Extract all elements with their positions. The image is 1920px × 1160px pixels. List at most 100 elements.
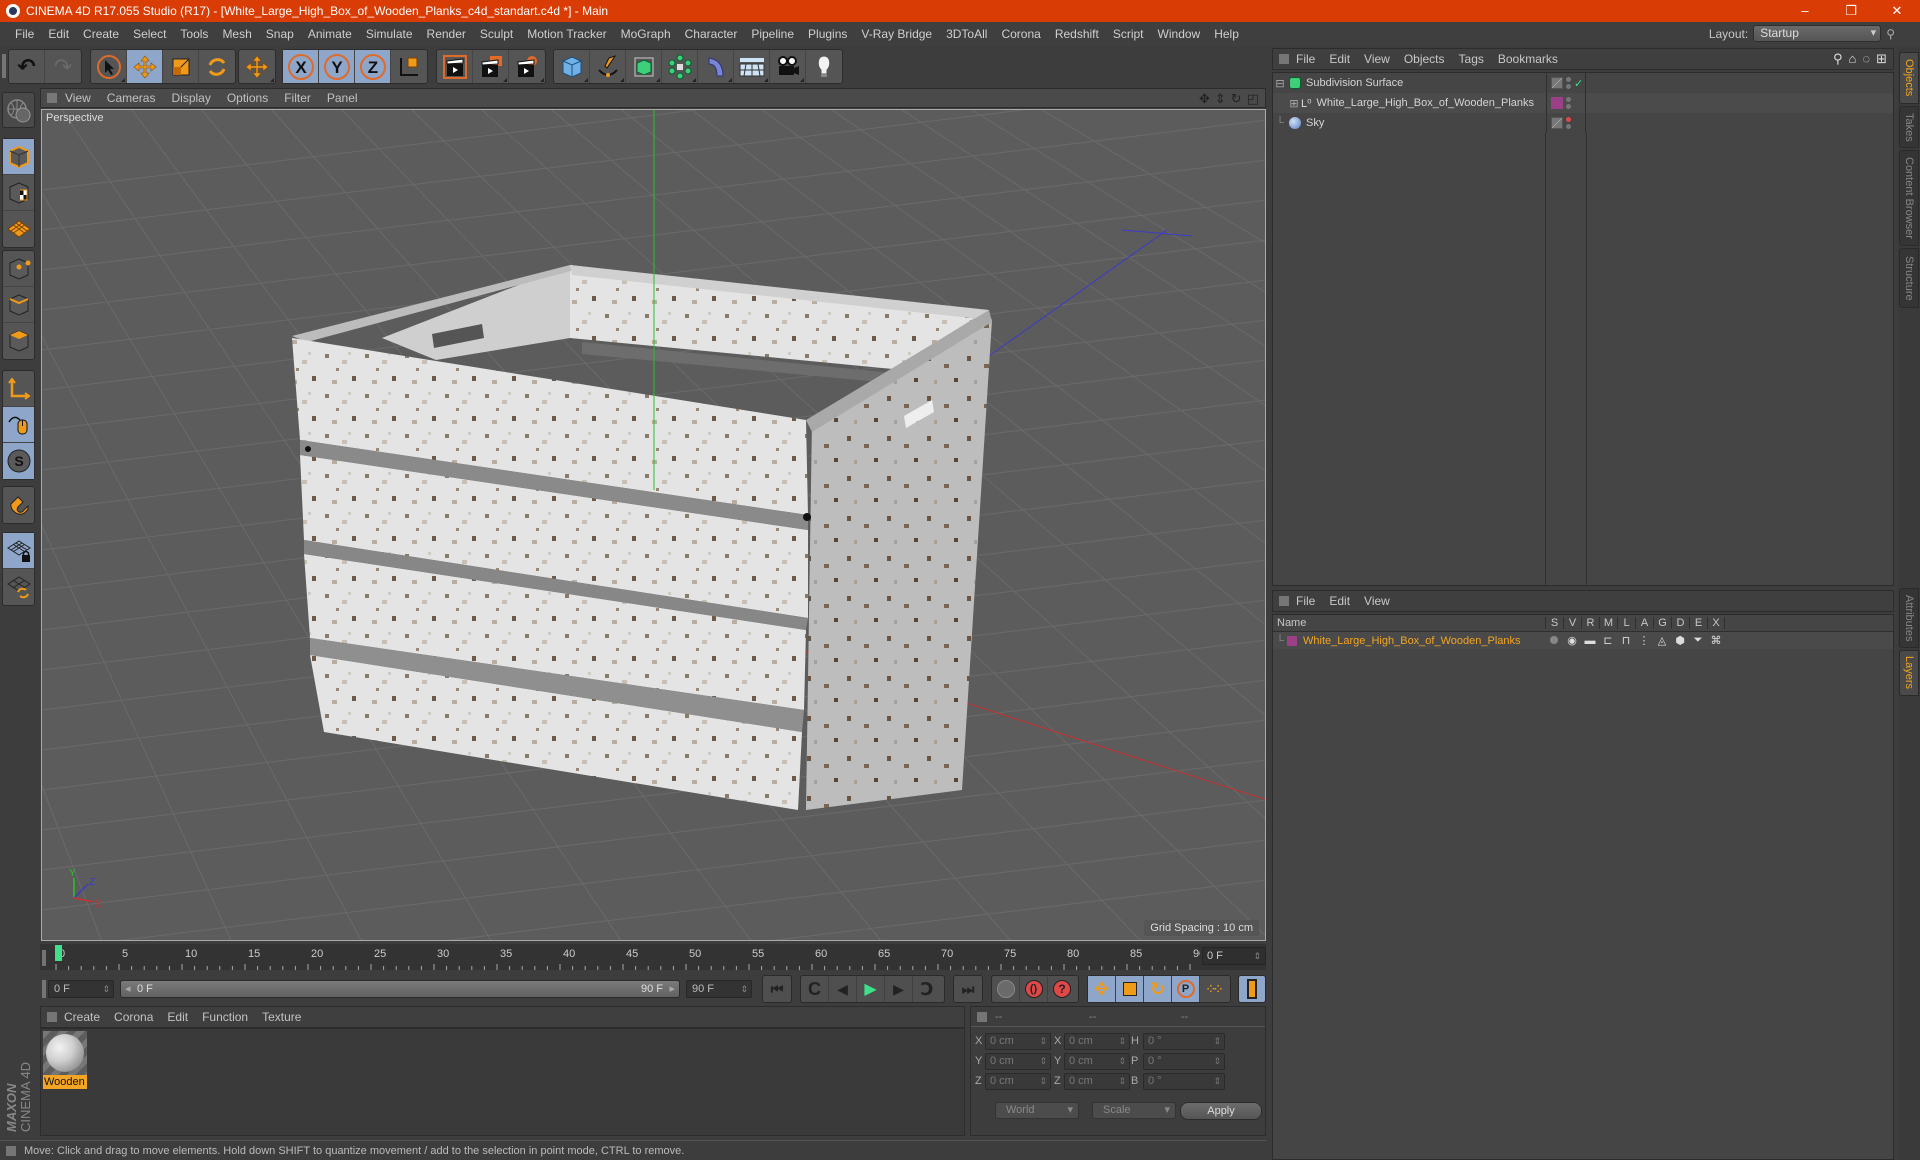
tweak-mode-button[interactable]: [3, 407, 34, 443]
menu-mograph[interactable]: MoGraph: [614, 27, 678, 41]
close-button[interactable]: ✕: [1874, 0, 1920, 22]
visibility-dots[interactable]: [1566, 97, 1571, 109]
layer-solo-toggle[interactable]: [1545, 635, 1563, 647]
solo-mode-button[interactable]: S: [3, 443, 34, 479]
key-scale-button[interactable]: [1116, 976, 1144, 1002]
layer-menu-edit[interactable]: Edit: [1322, 594, 1357, 608]
menu-animate[interactable]: Animate: [301, 27, 359, 41]
pan-view-icon[interactable]: ✥: [1199, 91, 1210, 107]
viewport-menu-display[interactable]: Display: [163, 91, 218, 105]
menu-edit[interactable]: Edit: [41, 27, 76, 41]
layer-name[interactable]: White_Large_High_Box_of_Wooden_Planks: [1303, 635, 1521, 647]
playhead[interactable]: [55, 945, 62, 961]
subdivision-surface-button[interactable]: [626, 50, 662, 83]
tab-layers[interactable]: Layers: [1899, 650, 1919, 696]
size-field[interactable]: 0 cm ⇕: [1064, 1053, 1130, 1070]
key-pla-button[interactable]: ⁘⁘: [1200, 976, 1228, 1002]
maximize-view-icon[interactable]: ◰: [1247, 91, 1259, 107]
column-solo[interactable]: S: [1545, 617, 1563, 629]
viewport-menu-view[interactable]: View: [57, 91, 99, 105]
light-button[interactable]: [806, 50, 842, 83]
column-generators[interactable]: G: [1653, 617, 1671, 629]
rotation-field[interactable]: 0 ° ⇕: [1143, 1073, 1225, 1090]
layer-render-toggle[interactable]: ▬: [1581, 635, 1599, 647]
layer-manager-toggle[interactable]: ⊏: [1599, 634, 1617, 647]
undo-button[interactable]: ↶: [9, 50, 45, 83]
menu-plugins[interactable]: Plugins: [801, 27, 854, 41]
texture-mode-button[interactable]: [3, 175, 34, 211]
menu-window[interactable]: Window: [1151, 27, 1208, 41]
layer-color-swatch[interactable]: [1287, 635, 1297, 646]
make-editable-button[interactable]: [3, 93, 34, 129]
rotation-field[interactable]: 0 ° ⇕: [1143, 1053, 1225, 1070]
timeline-ruler[interactable]: 051015202530354045505560657075808590 0 F…: [40, 944, 1266, 970]
dolly-view-icon[interactable]: ⇕: [1215, 91, 1226, 107]
new-window-icon[interactable]: ⊞: [1876, 51, 1887, 67]
enabled-check-icon[interactable]: ✓: [1574, 77, 1583, 90]
menu-snap[interactable]: Snap: [259, 27, 301, 41]
menu-redshift[interactable]: Redshift: [1048, 27, 1106, 41]
visibility-dots[interactable]: [1566, 117, 1571, 129]
render-settings-button[interactable]: [509, 50, 545, 83]
rotate-tool-button[interactable]: [199, 50, 235, 83]
next-frame-button[interactable]: ▶: [885, 976, 913, 1002]
menu-tools[interactable]: Tools: [173, 27, 215, 41]
prev-key-button[interactable]: C: [801, 976, 829, 1002]
layer-manager-grip[interactable]: [1279, 596, 1289, 606]
menu-pipeline[interactable]: Pipeline: [744, 27, 801, 41]
key-parameter-button[interactable]: P: [1172, 976, 1200, 1002]
column-visible[interactable]: V: [1563, 617, 1581, 629]
material-menu-edit[interactable]: Edit: [160, 1010, 195, 1024]
display-tag-icon[interactable]: [1551, 77, 1563, 89]
viewport-menu-panel[interactable]: Panel: [319, 91, 366, 105]
select-tool-button[interactable]: [91, 50, 127, 83]
x-axis-lock-button[interactable]: X: [283, 50, 319, 83]
polygons-mode-button[interactable]: [3, 323, 34, 359]
material-menu-create[interactable]: Create: [57, 1010, 107, 1024]
minimize-button[interactable]: –: [1782, 0, 1828, 22]
layer-visible-toggle[interactable]: ◉: [1563, 634, 1581, 647]
viewport-menu-cameras[interactable]: Cameras: [99, 91, 164, 105]
prev-frame-button[interactable]: ◀: [829, 976, 857, 1002]
play-button[interactable]: ▶: [857, 976, 885, 1002]
object-menu-file[interactable]: File: [1289, 52, 1322, 66]
material-menu-function[interactable]: Function: [195, 1010, 255, 1024]
menu-script[interactable]: Script: [1106, 27, 1151, 41]
layer-deformers-toggle[interactable]: ⬢: [1671, 634, 1689, 647]
camera-button[interactable]: [770, 50, 806, 83]
object-menu-view[interactable]: View: [1357, 52, 1397, 66]
toolbar-grip[interactable]: [2, 54, 6, 78]
orbit-view-icon[interactable]: ↻: [1231, 91, 1242, 107]
frame-ruler[interactable]: 051015202530354045505560657075808590: [52, 944, 1200, 970]
model-mode-button[interactable]: [3, 139, 34, 175]
next-key-button[interactable]: Ↄ: [913, 976, 941, 1002]
motion-record-button[interactable]: [992, 976, 1020, 1002]
column-locked[interactable]: L: [1617, 617, 1635, 629]
eye-toggle-icon[interactable]: ◌: [1862, 51, 1870, 67]
workplane-sync-button[interactable]: [3, 569, 34, 605]
visibility-dots[interactable]: [1566, 77, 1571, 89]
floor-scene-button[interactable]: [734, 50, 770, 83]
display-tag-icon[interactable]: [1551, 117, 1563, 129]
layout-dropdown[interactable]: Startup: [1753, 25, 1882, 42]
viewport-grip[interactable]: [47, 93, 57, 103]
viewport-menu-options[interactable]: Options: [219, 91, 276, 105]
menu-file[interactable]: File: [8, 27, 41, 41]
rotation-field[interactable]: 0 ° ⇕: [1143, 1033, 1225, 1050]
autokey-button[interactable]: (): [1020, 976, 1048, 1002]
scale-tool-button[interactable]: [163, 50, 199, 83]
layer-row[interactable]: └ White_Large_High_Box_of_Wooden_Planks …: [1273, 632, 1893, 649]
expand-icon[interactable]: ⊞: [1287, 97, 1301, 110]
range-left-arrow-icon[interactable]: ◂: [125, 981, 131, 997]
layer-lock-toggle[interactable]: ⊓: [1617, 634, 1635, 647]
position-field[interactable]: 0 cm ⇕: [985, 1033, 1051, 1050]
menu-3dtoall[interactable]: 3DToAll: [939, 27, 994, 41]
deformer-bend-button[interactable]: [698, 50, 734, 83]
cube-primitive-button[interactable]: [554, 50, 590, 83]
restore-button[interactable]: ❐: [1828, 0, 1874, 22]
column-render[interactable]: R: [1581, 617, 1599, 629]
current-frame-field[interactable]: 0 F ⇕: [1202, 947, 1266, 965]
menu-render[interactable]: Render: [420, 27, 473, 41]
preview-range-slider[interactable]: ◂ 0 F 90 F ▸: [120, 980, 680, 998]
coordinates-grip[interactable]: [977, 1011, 987, 1022]
